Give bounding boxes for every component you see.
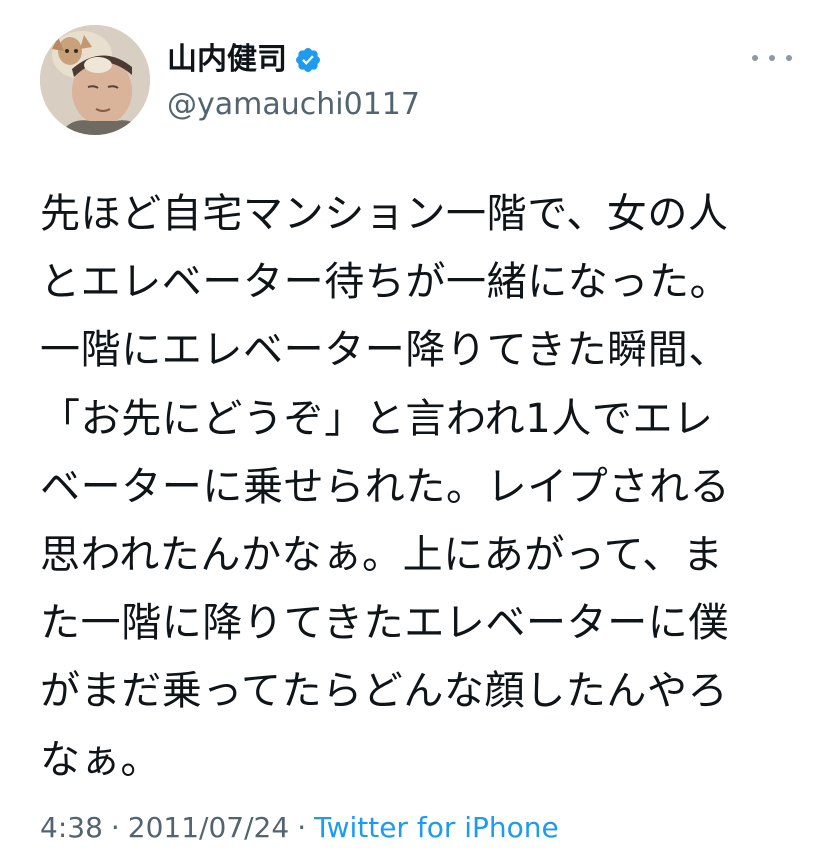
more-horizontal-icon[interactable] [752,46,792,70]
author-block: 山内健司 @yamauchi0117 [167,40,420,125]
tweet-source-link[interactable]: Twitter for iPhone [314,808,559,848]
avatar[interactable] [40,25,150,135]
meta-separator: · [297,811,307,844]
tweet-meta: 4:38 · 2011/07/24 · Twitter for iPhone [40,808,559,848]
tweet-date[interactable]: 2011/07/24 [128,808,289,848]
verified-badge-icon [294,46,322,74]
meta-separator: · [110,811,120,844]
tweet: 山内健司 @yamauchi0117 先ほど自宅マンション一階で、女の人 とエレ… [0,0,828,864]
display-name[interactable]: 山内健司 [167,40,287,80]
more-dot [752,55,758,61]
more-dot [769,55,775,61]
handle[interactable]: @yamauchi0117 [167,85,420,125]
name-row: 山内健司 [167,40,420,80]
profile-photo-icon [40,25,150,135]
tweet-text: 先ほど自宅マンション一階で、女の人 とエレベーター待ちが一緒になった。 一階にエ… [40,191,731,783]
tweet-time[interactable]: 4:38 [40,808,103,848]
more-dot [786,55,792,61]
